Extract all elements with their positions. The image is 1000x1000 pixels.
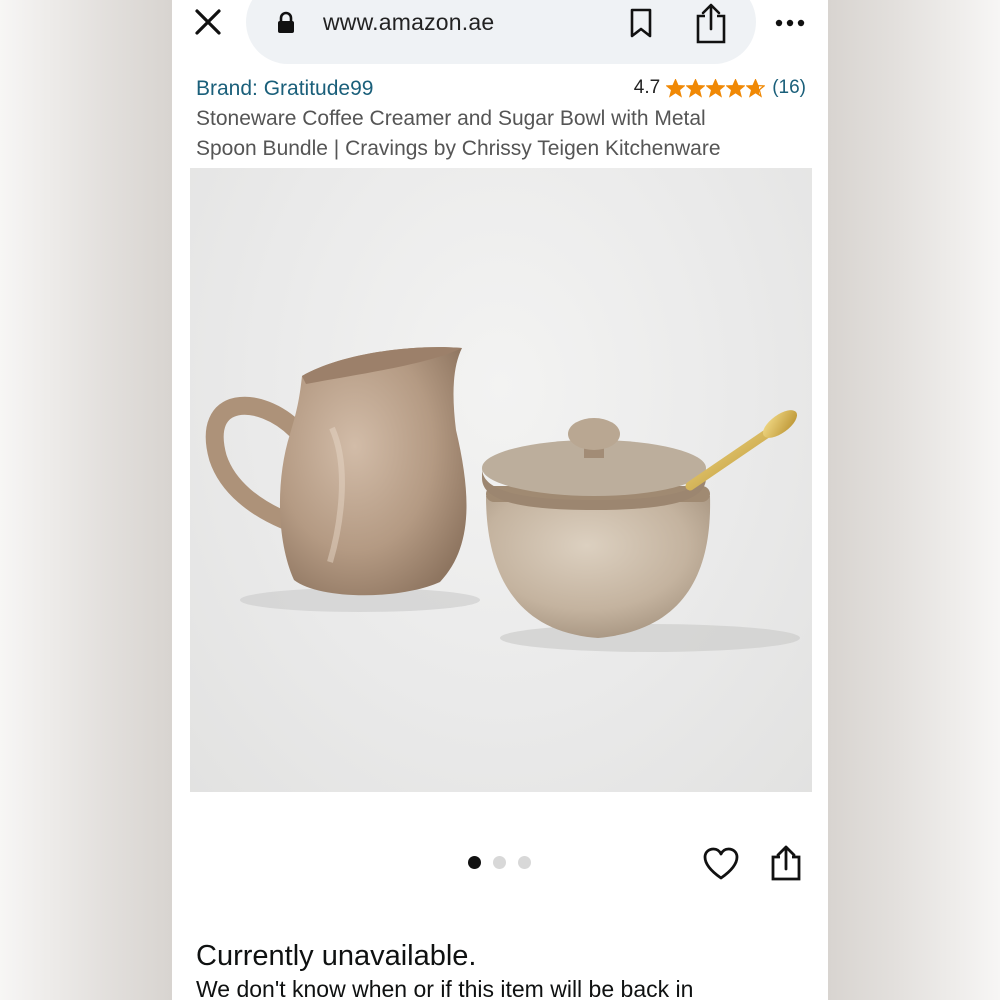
star-icon [666,78,686,98]
rating-summary[interactable]: 4.7 (16) [634,76,806,100]
star-icon [746,78,766,98]
availability-description: We don't know when or if this item will … [196,976,694,1000]
rating-value: 4.7 [633,77,661,98]
more-icon[interactable] [772,10,808,36]
product-title-line-2: Spoon Bundle | Cravings by Chrissy Teige… [196,137,721,160]
product-title: Stoneware Coffee Creamer and Sugar Bowl … [196,104,796,164]
star-icon [686,78,706,98]
availability-status: Currently unavailable. [196,940,477,972]
share-icon[interactable] [770,844,802,882]
close-icon [195,9,221,35]
brand-link[interactable]: Brand: Gratitude99 [196,77,373,101]
background-left [0,0,172,1000]
heart-icon[interactable] [702,846,740,882]
product-title-line-1: Stoneware Coffee Creamer and Sugar Bowl … [196,107,706,130]
url-text[interactable]: www.amazon.ae [323,9,494,36]
pagination-dot[interactable] [468,856,481,869]
pagination-dot[interactable] [518,856,531,869]
product-photo [205,347,800,652]
product-image[interactable] [190,168,812,792]
phone-screen: www.amazon.ae Brand: Gratitude99 4.7 (16… [172,0,828,1000]
pagination-dot[interactable] [493,856,506,869]
close-button[interactable] [192,5,224,39]
image-pagination [468,856,531,869]
rating-count[interactable]: (16) [772,77,806,99]
bookmark-icon[interactable] [628,8,654,38]
share-icon[interactable] [694,2,728,44]
background-right [828,0,1000,1000]
star-icon [726,78,746,98]
star-rating [666,78,766,98]
star-icon [706,78,726,98]
lock-icon [278,11,294,33]
